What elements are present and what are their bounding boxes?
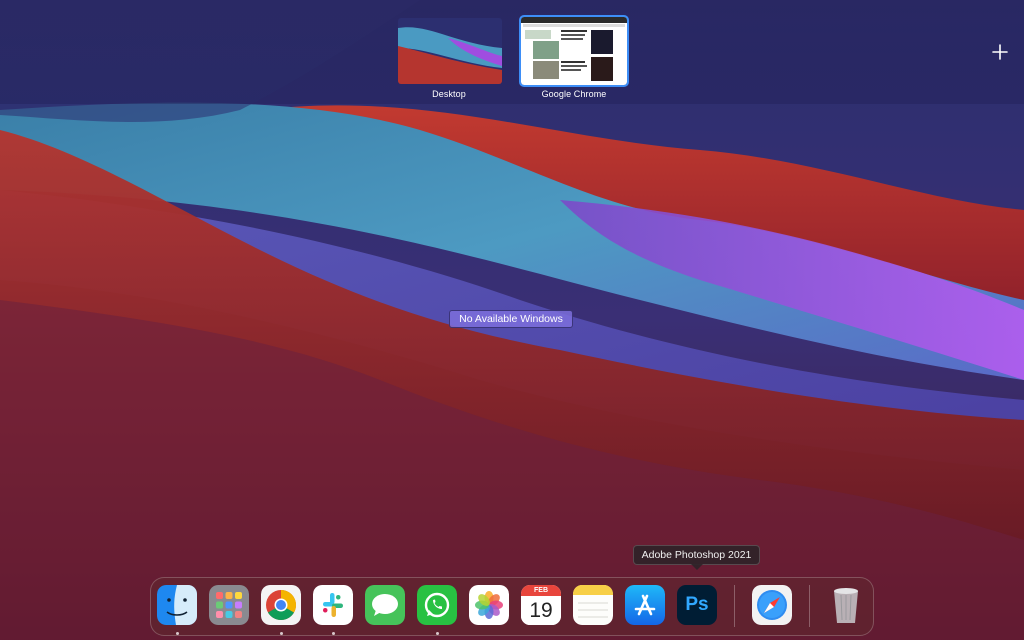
no-available-windows-label: No Available Windows — [449, 310, 573, 328]
dock-item-google-chrome[interactable] — [261, 585, 301, 625]
safari-icon — [752, 585, 792, 625]
photos-icon — [469, 585, 509, 625]
calendar-day: 19 — [521, 596, 561, 625]
dock-item-photoshop[interactable]: Ps — [677, 585, 717, 625]
dock-item-photos[interactable] — [469, 585, 509, 625]
plus-icon — [992, 44, 1008, 60]
calendar-month: FEB — [521, 585, 561, 596]
dock-item-messages[interactable] — [365, 585, 405, 625]
dock-item-launchpad[interactable] — [209, 585, 249, 625]
dock-item-whatsapp[interactable] — [417, 585, 457, 625]
dock-tooltip-arrow — [691, 564, 703, 570]
dock-item-calendar[interactable]: FEB 19 — [521, 585, 561, 625]
slack-icon — [313, 585, 353, 625]
dock-item-app-store[interactable] — [625, 585, 665, 625]
space-label-desktop: Desktop — [432, 89, 466, 99]
dock-item-trash[interactable] — [826, 585, 866, 625]
running-indicator-finder — [176, 632, 179, 635]
launchpad-icon — [209, 585, 249, 625]
dock-tooltip: Adobe Photoshop 2021 — [633, 545, 760, 565]
spaces-bar: Desktop Google Chrome — [0, 0, 1024, 104]
space-thumbnail-google-chrome[interactable] — [519, 15, 629, 87]
dock-separator — [734, 585, 735, 627]
trash-icon — [834, 588, 858, 623]
messages-icon — [365, 585, 405, 625]
add-space-button[interactable] — [988, 40, 1012, 64]
dock-item-finder[interactable] — [157, 585, 197, 625]
running-indicator-whatsapp — [436, 632, 439, 635]
finder-icon — [157, 585, 197, 625]
photoshop-icon: Ps — [685, 594, 709, 615]
space-label-google-chrome: Google Chrome — [541, 89, 607, 99]
space-thumbnail-desktop[interactable] — [398, 18, 502, 84]
whatsapp-icon — [417, 585, 457, 625]
dock-item-notes[interactable] — [573, 585, 613, 625]
dock-separator — [809, 585, 810, 627]
dock-item-safari[interactable] — [752, 585, 792, 625]
dock-item-slack[interactable] — [313, 585, 353, 625]
notes-icon — [573, 585, 613, 625]
chrome-window-thumbnail-image — [521, 17, 627, 85]
running-indicator-slack — [332, 632, 335, 635]
app-store-icon — [625, 585, 665, 625]
desktop-thumbnail-image — [398, 18, 502, 84]
running-indicator-chrome — [280, 632, 283, 635]
chrome-icon — [261, 585, 301, 625]
